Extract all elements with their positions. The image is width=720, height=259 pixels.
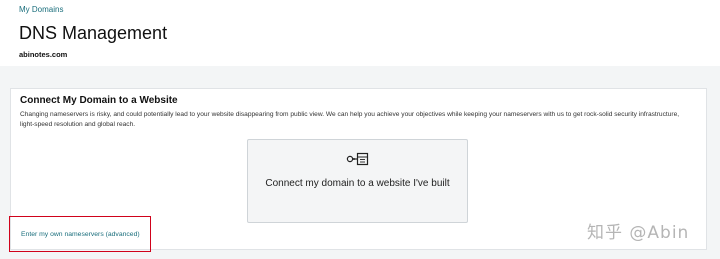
domain-name: abinotes.com [19,50,68,59]
page-header: My Domains DNS Management abinotes.com [0,0,720,66]
connect-website-label: Connect my domain to a website I've buil… [265,178,450,189]
highlight-annotation-box [9,216,151,252]
domain-connect-icon [346,152,369,166]
connect-website-option[interactable]: Connect my domain to a website I've buil… [247,139,468,223]
card-description: Changing nameservers is risky, and could… [20,111,680,128]
breadcrumb-my-domains[interactable]: My Domains [19,5,63,14]
card-title: Connect My Domain to a Website [20,95,178,106]
page-title: DNS Management [19,23,168,43]
watermark: 知乎 @Abin [587,223,690,243]
